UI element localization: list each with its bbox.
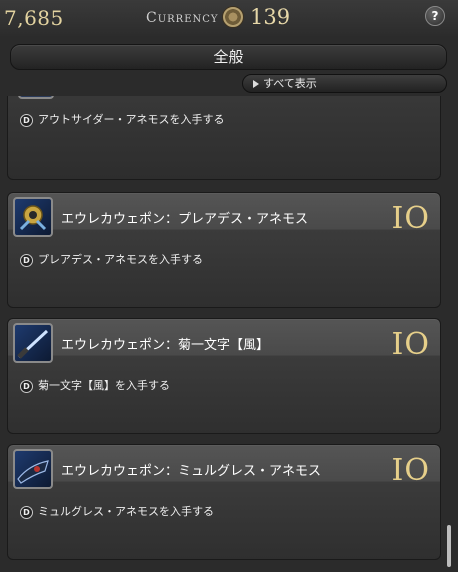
condition-icon: D	[20, 379, 33, 393]
item-reward-value: IO	[391, 201, 430, 236]
list-item[interactable]: D アウトサイダー・アネモスを入手する	[7, 96, 441, 180]
condition-row: D プレアデス・アネモスを入手する	[20, 251, 203, 267]
murgleis-weapon-icon	[13, 449, 53, 489]
condition-row: D アウトサイダー・アネモスを入手する	[20, 111, 225, 127]
list-item[interactable]: エウレカウェポン：ミュルグレス・アネモス IO D ミュルグレス・アネモスを入手す…	[7, 444, 441, 560]
outsider-weapon-icon	[18, 96, 54, 99]
condition-icon: D	[20, 113, 33, 127]
show-all-label: すべて表示	[263, 77, 317, 90]
pleiades-weapon-icon	[13, 197, 53, 237]
scrollbar-thumb[interactable]	[447, 525, 451, 567]
list-item[interactable]: エウレカウェポン：菊一文字【風】 IO D 菊一文字【風】を入手する	[7, 318, 441, 434]
header-bar: 7,685 Currency 139 ?	[0, 0, 458, 36]
condition-icon: D	[20, 505, 33, 519]
category-dropdown[interactable]: 全般	[10, 44, 447, 70]
item-title: エウレカウェポン：ミュルグレス・アネモス	[61, 464, 322, 479]
condition-icon: D	[20, 253, 33, 267]
gil-amount: 7,685	[4, 6, 64, 30]
item-title: エウレカウェポン：プレアデス・アネモス	[61, 212, 309, 227]
condition-row: D 菊一文字【風】を入手する	[20, 377, 170, 393]
item-reward-value: IO	[391, 327, 430, 362]
condition-text: プレアデス・アネモスを入手する	[38, 253, 203, 266]
reward-list[interactable]: D アウトサイダー・アネモスを入手する エウレカウェポン：プレアデス・アネモス I…	[0, 96, 458, 572]
play-triangle-icon	[253, 80, 259, 88]
help-button[interactable]: ?	[425, 6, 445, 26]
currency-coin-icon	[222, 6, 244, 28]
currency-amount: 139	[250, 5, 291, 29]
list-item[interactable]: エウレカウェポン：プレアデス・アネモス IO D プレアデス・アネモスを入手する	[7, 192, 441, 308]
item-reward-value: IO	[391, 453, 430, 488]
kikuichimonji-weapon-icon	[13, 323, 53, 363]
currency-label: Currency	[146, 10, 219, 26]
condition-row: D ミュルグレス・アネモスを入手する	[20, 503, 214, 519]
item-title: エウレカウェポン：菊一文字【風】	[61, 338, 270, 353]
show-all-button[interactable]: すべて表示	[242, 74, 447, 93]
condition-text: アウトサイダー・アネモスを入手する	[38, 113, 225, 126]
condition-text: 菊一文字【風】を入手する	[38, 379, 170, 392]
condition-text: ミュルグレス・アネモスを入手する	[38, 505, 214, 518]
